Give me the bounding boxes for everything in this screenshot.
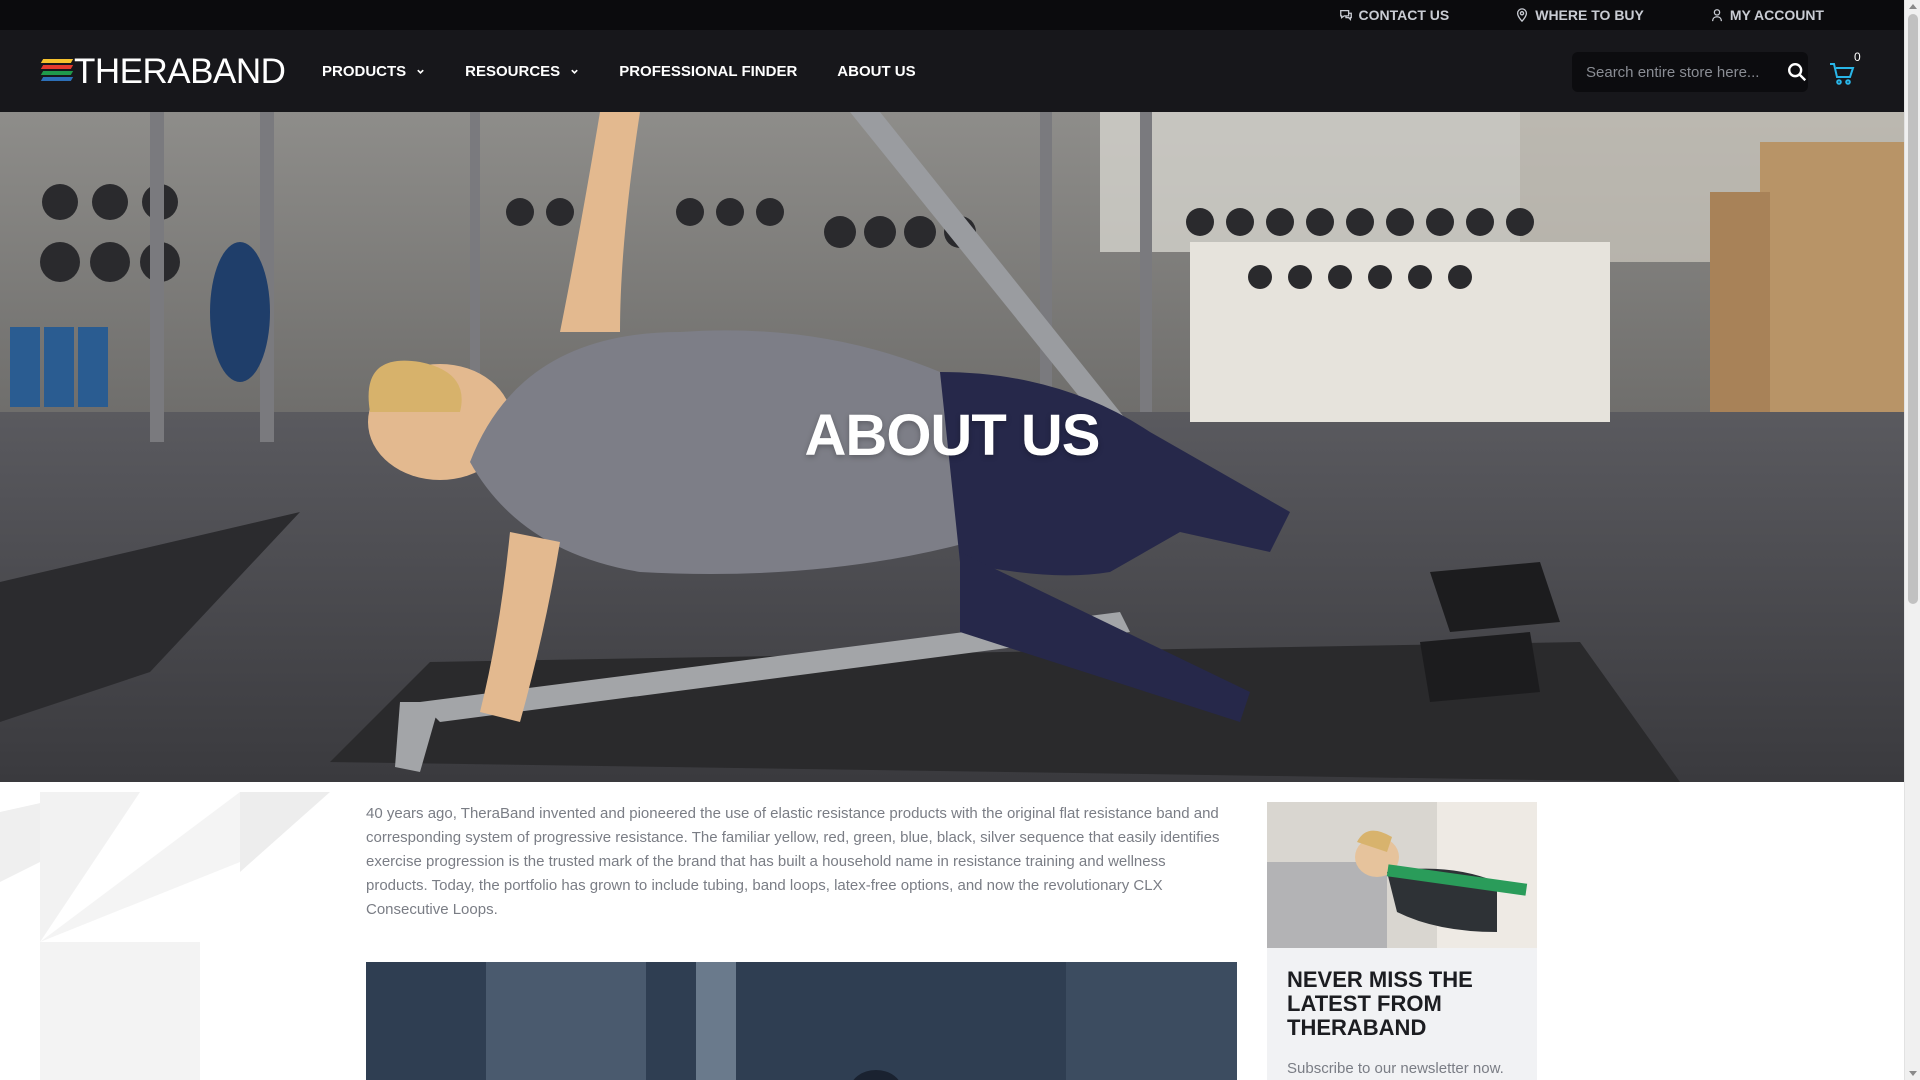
logo-text-thera: THERA <box>74 51 191 91</box>
cart-count: 0 <box>1854 50 1861 64</box>
logo-stripe-green <box>40 71 74 75</box>
main-nav: PRODUCTS RESOURCES PROFESSIONAL FINDER A… <box>322 30 956 112</box>
search-box <box>1572 52 1808 92</box>
where-to-buy-label: WHERE TO BUY <box>1535 7 1644 23</box>
utility-links: CONTACT US WHERE TO BUY MY ACCOUNT <box>1339 0 1824 30</box>
theraband-logo[interactable]: THERABAND <box>40 51 286 91</box>
logo-stripe-yellow <box>40 59 74 63</box>
logo-stripe-red <box>40 65 74 69</box>
cart-button[interactable]: 0 <box>1826 50 1862 90</box>
newsletter-subtitle: Subscribe to our newsletter now. <box>1287 1060 1504 1077</box>
nav-resources-label: RESOURCES <box>465 62 561 80</box>
feature-photo <box>366 962 1237 1080</box>
scroll-down-arrow-icon[interactable] <box>1909 1071 1917 1076</box>
chat-icon <box>1339 9 1352 21</box>
nav-resources[interactable]: RESOURCES <box>465 63 579 80</box>
nav-about-us[interactable]: ABOUT US <box>837 63 915 80</box>
about-intro-text: 40 years ago, TheraBand invented and pio… <box>366 805 1220 918</box>
nav-professional-finder-label: PROFESSIONAL FINDER <box>619 62 798 80</box>
search-button[interactable] <box>1785 52 1808 92</box>
newsletter-title: NEVER MISS THE LATEST FROM THERABAND <box>1287 967 1473 1040</box>
newsletter-photo <box>1267 802 1537 948</box>
chevron-down-icon <box>417 69 424 74</box>
scroll-thumb[interactable] <box>1908 14 1918 604</box>
nav-about-us-label: ABOUT US <box>837 62 916 80</box>
feature-image <box>366 962 1237 1080</box>
nav-products[interactable]: PRODUCTS <box>322 63 425 80</box>
scroll-up-arrow-icon[interactable] <box>1909 4 1917 9</box>
background-stripes-decoration <box>0 792 330 1080</box>
main-header: THERABAND PRODUCTS RESOURCES PROFESSIONA… <box>0 30 1904 112</box>
contact-us-link[interactable]: CONTACT US <box>1339 7 1450 23</box>
newsletter-image <box>1267 802 1537 948</box>
cart-icon <box>1830 63 1855 85</box>
my-account-link[interactable]: MY ACCOUNT <box>1710 7 1824 23</box>
where-to-buy-link[interactable]: WHERE TO BUY <box>1515 7 1644 23</box>
search-icon <box>1787 63 1806 82</box>
hero-title: ABOUT US <box>804 403 1101 468</box>
nav-professional-finder[interactable]: PROFESSIONAL FINDER <box>619 63 797 80</box>
logo-stripe-blue <box>40 77 74 81</box>
logo-text: THERABAND <box>74 51 286 91</box>
utility-bar: CONTACT US WHERE TO BUY MY ACCOUNT <box>0 0 1904 30</box>
newsletter-card: NEVER MISS THE LATEST FROM THERABAND Sub… <box>1267 802 1537 1080</box>
chevron-down-icon <box>571 69 578 74</box>
nav-products-label: PRODUCTS <box>322 62 407 80</box>
my-account-label: MY ACCOUNT <box>1729 7 1824 23</box>
content-area: 40 years ago, TheraBand invented and pio… <box>0 782 1904 1080</box>
hero-banner: ABOUT US <box>0 112 1904 782</box>
search-input[interactable] <box>1572 52 1785 92</box>
page-scrollbar[interactable] <box>1904 0 1920 1080</box>
logo-text-band: BAND <box>190 51 286 91</box>
user-icon <box>1711 9 1722 22</box>
map-pin-icon <box>1517 8 1528 22</box>
contact-us-label: CONTACT US <box>1358 7 1450 23</box>
logo-stripes-icon <box>40 59 74 83</box>
